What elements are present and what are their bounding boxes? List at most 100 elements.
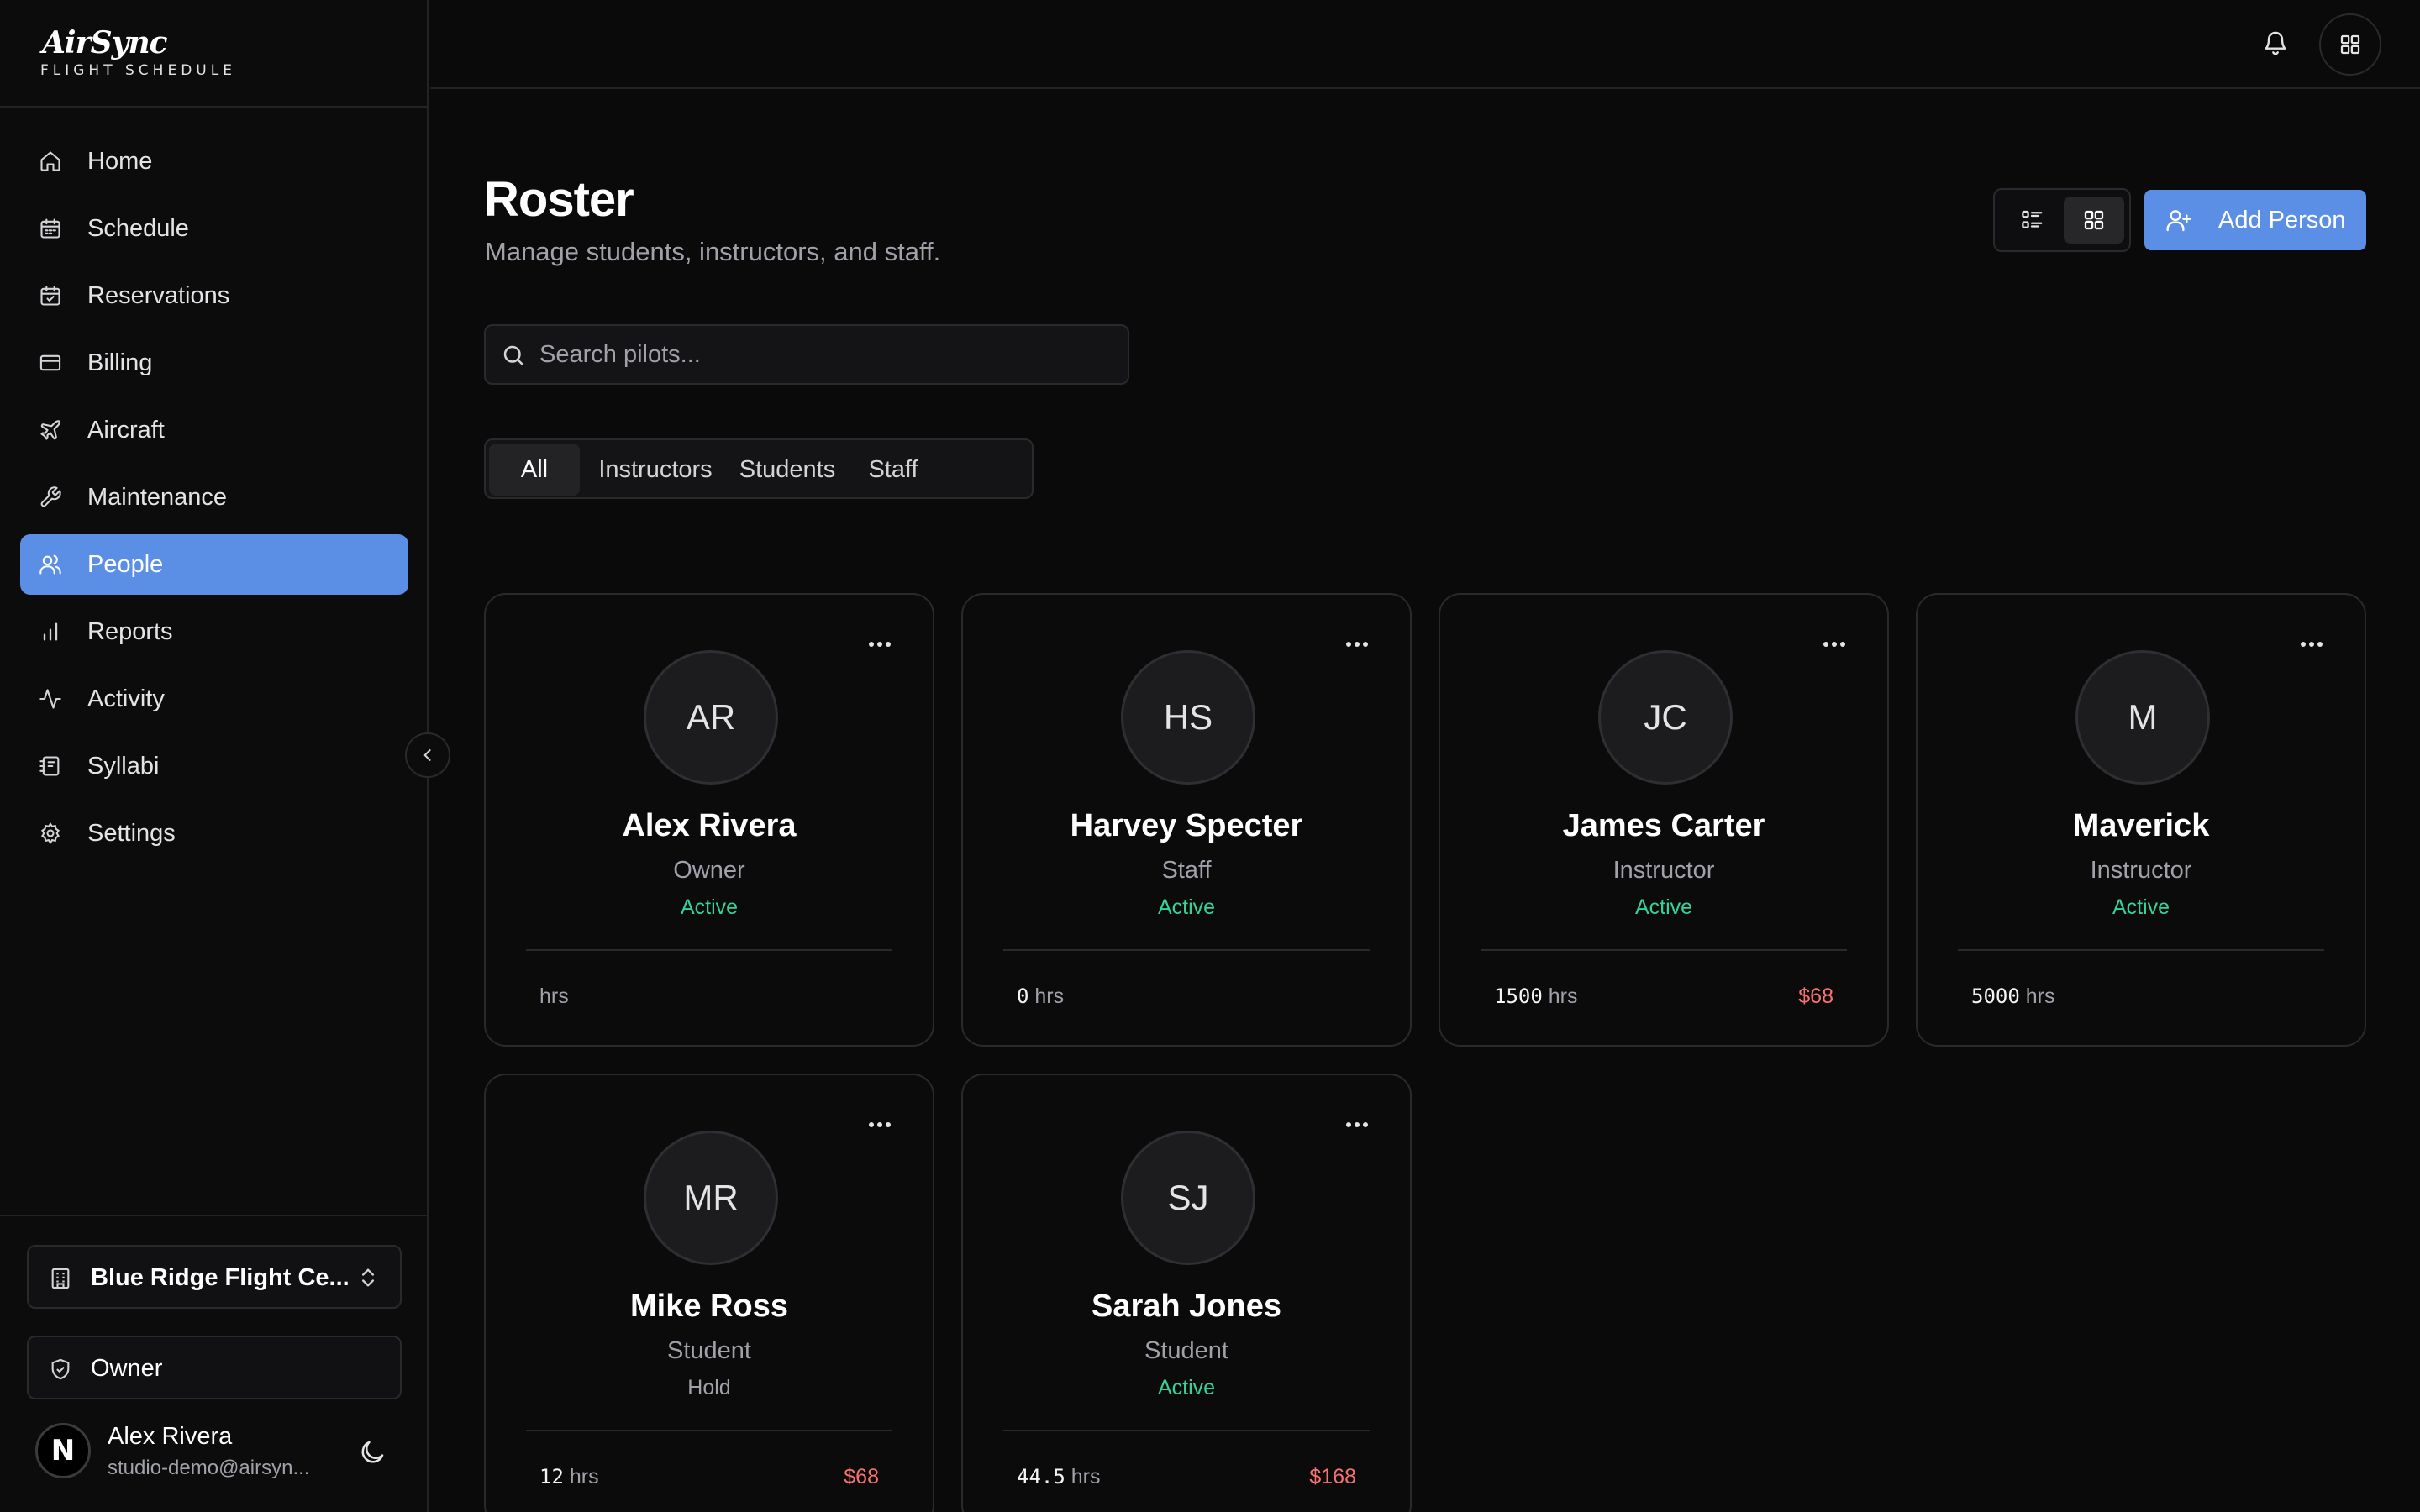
sidebar-nav: Home Schedule Reservations Billing Aircr…: [20, 131, 408, 870]
hours-unit: hrs: [2025, 984, 2055, 1008]
flight-hours: hrs: [539, 984, 569, 1009]
hours-unit: hrs: [539, 984, 569, 1008]
sidebar-item-reports[interactable]: Reports: [20, 601, 408, 662]
hours-value: 1500: [1494, 984, 1543, 1008]
avatar: MR: [644, 1131, 778, 1265]
flight-hours: 12 hrs: [539, 1465, 599, 1489]
sidebar-item-label: Aircraft: [87, 417, 165, 444]
sidebar-item-label: Home: [87, 148, 153, 175]
sidebar-item-label: Activity: [87, 685, 165, 712]
hours-value: 44.5: [1017, 1465, 1065, 1488]
sidebar-item-label: Syllabi: [87, 753, 160, 780]
user-email: studio-demo@airsyn...: [108, 1457, 310, 1479]
avatar: N: [35, 1423, 91, 1478]
person-role: Student: [667, 1337, 751, 1364]
avatar: AR: [644, 650, 778, 785]
status-badge: Active: [1157, 895, 1216, 919]
grid-view-button[interactable]: [2064, 197, 2124, 244]
add-person-button[interactable]: Add Person: [2144, 190, 2366, 250]
add-person-label: Add Person: [2218, 207, 2346, 234]
apps-menu-button[interactable]: [2319, 13, 2381, 76]
search-box: [484, 324, 1129, 385]
more-horizontal-icon[interactable]: [867, 638, 892, 648]
divider: [526, 949, 892, 951]
person-name: Alex Rivera: [622, 808, 797, 843]
divider: [1003, 1430, 1370, 1431]
status-badge: Active: [2112, 895, 2170, 919]
sidebar: AirSync FLIGHT SCHEDULE Home Schedule Re…: [0, 0, 429, 1512]
avatar: M: [2075, 650, 2210, 785]
sidebar-item-settings[interactable]: Settings: [20, 803, 408, 864]
sidebar-item-aircraft[interactable]: Aircraft: [20, 400, 408, 460]
person-card[interactable]: M Maverick Instructor Active 5000 hrs: [1916, 593, 2366, 1047]
tab-students[interactable]: Students: [729, 444, 845, 496]
sidebar-item-reservations[interactable]: Reservations: [20, 265, 408, 326]
hours-value: 5000: [1971, 984, 2020, 1008]
sidebar-item-syllabi[interactable]: Syllabi: [20, 736, 408, 796]
more-horizontal-icon[interactable]: [1344, 1119, 1370, 1129]
sidebar-item-billing[interactable]: Billing: [20, 333, 408, 393]
status-badge: Active: [1157, 1376, 1216, 1399]
person-name: Maverick: [2072, 808, 2210, 843]
topbar: [430, 0, 2420, 89]
building-icon: [49, 1267, 72, 1290]
sidebar-item-label: Schedule: [87, 215, 189, 242]
credit-card-icon: [39, 351, 62, 375]
sidebar-item-people[interactable]: People: [20, 534, 408, 595]
view-toggle: [1993, 188, 2131, 252]
moon-icon[interactable]: [358, 1438, 387, 1467]
sidebar-item-label: Billing: [87, 349, 153, 376]
balance-amount: $68: [844, 1465, 879, 1488]
calendar-check-icon: [39, 284, 62, 307]
search-input[interactable]: [539, 338, 1111, 371]
notebook-icon: [39, 754, 62, 778]
user-profile[interactable]: N Alex Rivera studio-demo@airsyn...: [27, 1418, 402, 1494]
hours-unit: hrs: [569, 1465, 599, 1488]
person-role: Instructor: [1612, 857, 1715, 884]
person-name: Harvey Specter: [1070, 808, 1303, 843]
tab-staff[interactable]: Staff: [849, 444, 938, 496]
flight-hours: 1500 hrs: [1494, 984, 1577, 1009]
person-card[interactable]: AR Alex Rivera Owner Active hrs: [484, 593, 934, 1047]
calendar-icon: [39, 217, 62, 240]
person-name: James Carter: [1562, 808, 1765, 843]
sidebar-item-label: People: [87, 551, 164, 578]
more-horizontal-icon[interactable]: [1344, 638, 1370, 648]
divider: [1003, 949, 1370, 951]
person-card[interactable]: HS Harvey Specter Staff Active 0 hrs: [961, 593, 1412, 1047]
sidebar-item-schedule[interactable]: Schedule: [20, 198, 408, 259]
more-horizontal-icon[interactable]: [867, 1119, 892, 1129]
collapse-sidebar-button[interactable]: [405, 732, 450, 778]
more-horizontal-icon[interactable]: [2299, 638, 2324, 648]
more-horizontal-icon[interactable]: [1822, 638, 1847, 648]
tab-instructors[interactable]: Instructors: [585, 444, 726, 496]
organization-name: Blue Ridge Flight Ce...: [91, 1264, 350, 1291]
person-role: Owner: [673, 857, 745, 884]
flight-hours: 44.5 hrs: [1017, 1465, 1100, 1489]
tab-all[interactable]: All: [489, 444, 580, 496]
chevron-left-icon: [424, 749, 431, 761]
status-badge: Hold: [687, 1376, 731, 1399]
list-view-button[interactable]: [2002, 197, 2062, 244]
grid-icon: [2340, 34, 2360, 55]
home-icon: [39, 150, 62, 173]
app-root: AirSync FLIGHT SCHEDULE Home Schedule Re…: [0, 0, 2420, 1512]
hours-unit: hrs: [1548, 984, 1578, 1008]
sidebar-item-activity[interactable]: Activity: [20, 669, 408, 729]
divider: [1481, 949, 1847, 951]
list-icon: [2022, 210, 2043, 228]
brand: AirSync FLIGHT SCHEDULE: [0, 0, 429, 108]
sidebar-item-label: Settings: [87, 820, 176, 847]
person-name: Sarah Jones: [1092, 1289, 1281, 1324]
person-card[interactable]: JC James Carter Instructor Active 1500 h…: [1439, 593, 1889, 1047]
page-subtitle: Manage students, instructors, and staff.: [485, 237, 941, 266]
person-card[interactable]: SJ Sarah Jones Student Active 44.5 hrs $…: [961, 1074, 1412, 1512]
sidebar-item-label: Maintenance: [87, 484, 228, 511]
hours-unit: hrs: [1071, 1465, 1101, 1488]
person-card[interactable]: MR Mike Ross Student Hold 12 hrs $68: [484, 1074, 934, 1512]
sidebar-item-home[interactable]: Home: [20, 131, 408, 192]
organization-select[interactable]: Blue Ridge Flight Ce...: [27, 1245, 402, 1309]
sidebar-item-maintenance[interactable]: Maintenance: [20, 467, 408, 528]
status-badge: Active: [680, 895, 739, 919]
bell-icon[interactable]: [2262, 29, 2289, 57]
